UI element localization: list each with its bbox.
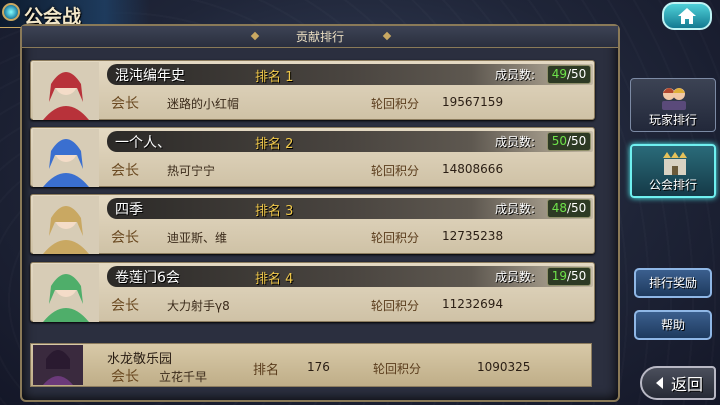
own-guild-name: 水龙敬乐园 <box>107 352 173 367</box>
score-label: 轮回积分 <box>371 164 420 178</box>
guild-name: 四季 <box>115 202 143 218</box>
score-value: 14808666 <box>442 162 504 176</box>
own-rank-value: 176 <box>307 360 330 374</box>
guild-row[interactable]: 卷莲门6会 排名 4 成员数: 19/50 会长 大力射手γ8 轮回积分 112… <box>30 262 595 322</box>
guild-row[interactable]: 混沌编年史 排名 1 成员数: 49/50 会长 迷路的小红帽 轮回积分 195… <box>30 60 595 120</box>
guild-name: 卷莲门6会 <box>115 270 180 286</box>
member-max: /50 <box>566 134 587 148</box>
header-diamond-icon <box>250 31 260 41</box>
panel-title: 贡献排行 <box>295 30 344 44</box>
home-button[interactable] <box>662 2 712 30</box>
help-button[interactable]: 帮助 <box>634 310 712 340</box>
back-arrow-icon <box>655 377 663 389</box>
score-value: 19567159 <box>442 95 504 109</box>
character-portrait-icon <box>33 345 83 385</box>
guild-portrait <box>33 129 99 187</box>
score-label: 轮回积分 <box>371 231 420 245</box>
guild-name-bar: 一个人、 排名 2 成员数: 50/50 <box>107 131 593 152</box>
member-current: 50 <box>551 134 567 148</box>
home-icon <box>678 8 696 24</box>
rank-label: 排名 <box>255 272 282 287</box>
guild-portrait <box>33 196 99 254</box>
leader-label: 会长 <box>111 96 139 112</box>
back-button[interactable]: 返回 <box>640 366 716 400</box>
ranking-reward-button[interactable]: 排行奖励 <box>634 268 712 298</box>
own-rank-label: 排名 <box>253 363 280 378</box>
member-max: /50 <box>566 269 587 283</box>
guild-name: 混沌编年史 <box>115 68 185 84</box>
guild-rank: 排名 2 <box>255 133 293 152</box>
leader-name: 热可宁宁 <box>167 164 216 178</box>
own-guild-portrait <box>33 345 83 385</box>
rank-value: 2 <box>285 137 294 152</box>
own-leader-label: 会长 <box>111 369 139 385</box>
member-count: 19/50 <box>547 267 591 286</box>
guild-row[interactable]: 一个人、 排名 2 成员数: 50/50 会长 热可宁宁 轮回积分 148086… <box>30 127 595 187</box>
leader-name: 迪亚斯、维 <box>167 231 228 245</box>
header-diamond-icon <box>382 31 392 41</box>
tab-guild-label: 公会排行 <box>648 178 697 192</box>
character-portrait-icon <box>33 196 99 254</box>
rank-label: 排名 <box>255 70 282 85</box>
tab-guild-ranking[interactable]: 公会排行 <box>630 144 716 198</box>
tab-player-label: 玩家排行 <box>648 113 697 127</box>
member-count: 50/50 <box>547 132 591 151</box>
score-value: 11232694 <box>442 297 504 311</box>
guild-name: 一个人、 <box>115 135 171 151</box>
member-count-label: 成员数: <box>495 270 536 284</box>
own-leader-name: 立花千早 <box>159 370 208 384</box>
member-current: 49 <box>551 67 567 81</box>
member-current: 19 <box>551 269 567 283</box>
guild-rank: 排名 3 <box>255 200 293 219</box>
own-score-value: 1090325 <box>477 360 531 374</box>
players-icon <box>662 88 686 110</box>
guild-row[interactable]: 四季 排名 3 成员数: 48/50 会长 迪亚斯、维 轮回积分 1273523… <box>30 194 595 254</box>
rank-label: 排名 <box>255 137 282 152</box>
guild-name-bar: 四季 排名 3 成员数: 48/50 <box>107 198 593 219</box>
member-count-label: 成员数: <box>495 202 536 216</box>
leader-label: 会长 <box>111 230 139 246</box>
member-count-label: 成员数: <box>495 68 536 82</box>
member-current: 48 <box>551 201 567 215</box>
rank-value: 4 <box>285 272 294 287</box>
title-orb-icon <box>2 3 20 21</box>
leader-name: 迷路的小红帽 <box>167 97 240 111</box>
score-value: 12735238 <box>442 229 504 243</box>
member-count: 49/50 <box>547 65 591 84</box>
leader-name: 大力射手γ8 <box>167 299 230 313</box>
castle-icon <box>663 152 687 175</box>
member-max: /50 <box>566 201 587 215</box>
tab-player-ranking[interactable]: 玩家排行 <box>630 78 716 132</box>
score-label: 轮回积分 <box>371 299 420 313</box>
guild-rank: 排名 4 <box>255 268 293 287</box>
rank-value: 3 <box>285 204 294 219</box>
guild-portrait <box>33 62 99 120</box>
member-count: 48/50 <box>547 199 591 218</box>
character-portrait-icon <box>33 264 99 322</box>
own-score-label: 轮回积分 <box>373 362 422 376</box>
game-screen: 公会战 贡献排行 混沌编年史 排名 1 成员数: 49/50 会长 迷路的小红帽… <box>0 0 720 405</box>
panel-header: 贡献排行 <box>22 26 618 48</box>
leader-label: 会长 <box>111 298 139 314</box>
rank-label: 排名 <box>255 204 282 219</box>
leader-label: 会长 <box>111 163 139 179</box>
member-max: /50 <box>566 67 587 81</box>
guild-portrait <box>33 264 99 322</box>
score-label: 轮回积分 <box>371 97 420 111</box>
back-label: 返回 <box>670 375 703 394</box>
rank-value: 1 <box>285 70 294 85</box>
character-portrait-icon <box>33 62 99 120</box>
guild-rank: 排名 1 <box>255 66 293 85</box>
own-guild-row[interactable]: 水龙敬乐园 会长 立花千早 排名 176 轮回积分 1090325 <box>30 343 592 387</box>
character-portrait-icon <box>33 129 99 187</box>
member-count-label: 成员数: <box>495 135 536 149</box>
guild-name-bar: 混沌编年史 排名 1 成员数: 49/50 <box>107 64 593 85</box>
guild-name-bar: 卷莲门6会 排名 4 成员数: 19/50 <box>107 266 593 287</box>
